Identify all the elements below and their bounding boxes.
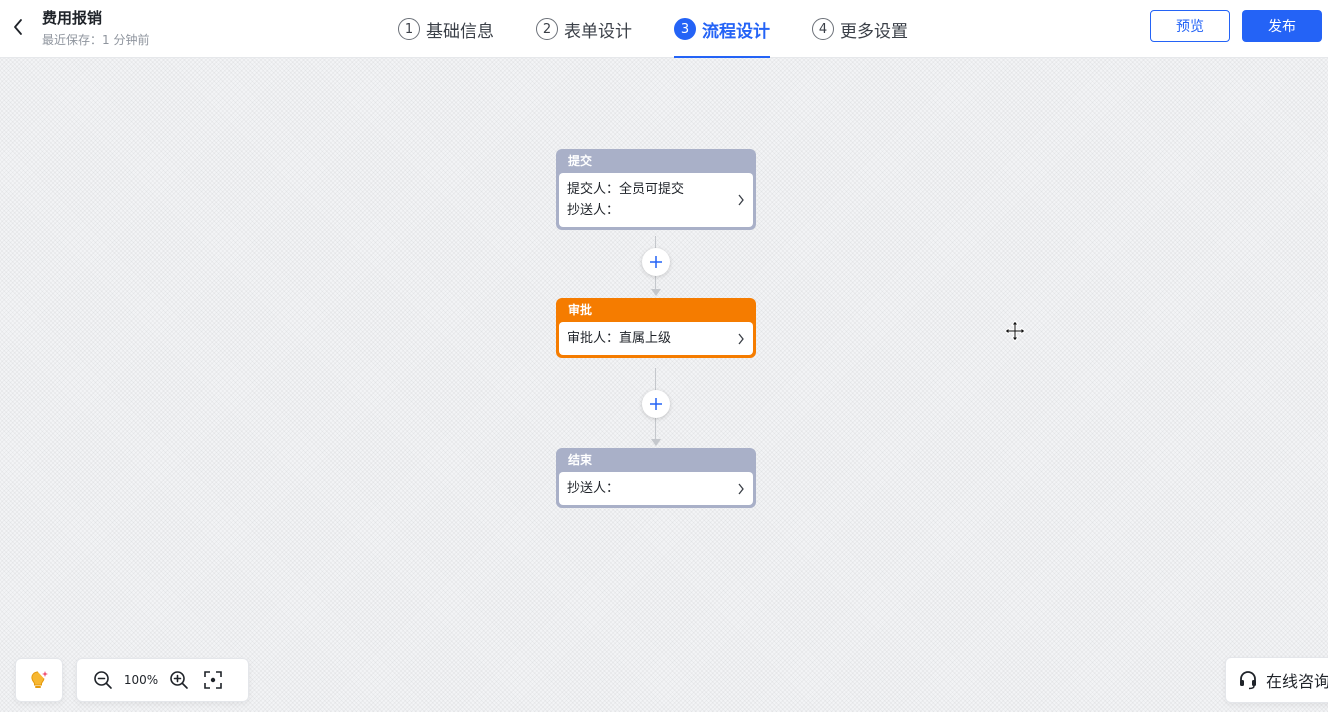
node-title: 结束 bbox=[568, 453, 593, 467]
chevron-left-icon bbox=[14, 19, 22, 35]
zoom-out-button[interactable] bbox=[92, 669, 114, 691]
zoom-in-button[interactable] bbox=[168, 669, 190, 691]
node-body: 审批人：直属上级 bbox=[559, 322, 753, 355]
flow-node-approval[interactable]: 审批 审批人：直属上级 bbox=[556, 298, 756, 358]
tab-label: 基础信息 bbox=[426, 21, 494, 42]
step-number: 4 bbox=[812, 18, 834, 40]
zoom-out-icon bbox=[94, 671, 112, 689]
flow-node-submit[interactable]: 提交 提交人：全员可提交 抄送人： bbox=[556, 149, 756, 230]
ai-tip-button[interactable] bbox=[15, 658, 63, 702]
back-button[interactable] bbox=[8, 14, 28, 40]
tab-label: 更多设置 bbox=[840, 21, 908, 42]
consult-label: 在线咨询 bbox=[1266, 672, 1328, 691]
tab-process-design[interactable]: 3 流程设计 bbox=[674, 0, 770, 58]
move-cursor-icon bbox=[1004, 320, 1026, 342]
lightbulb-icon bbox=[31, 671, 48, 688]
tab-more-settings[interactable]: 4 更多设置 bbox=[812, 0, 908, 58]
arrow-down-icon bbox=[651, 289, 661, 296]
node-title: 审批 bbox=[568, 303, 593, 317]
step-number: 2 bbox=[536, 18, 558, 40]
chevron-right-icon bbox=[738, 194, 744, 206]
arrow-down-icon bbox=[651, 439, 661, 446]
node-line: 审批人：直属上级 bbox=[567, 331, 672, 346]
chevron-right-icon bbox=[738, 483, 744, 494]
tab-form-design[interactable]: 2 表单设计 bbox=[536, 0, 632, 58]
step-nav: 1 基础信息 2 表单设计 3 流程设计 4 更多设置 bbox=[398, 0, 908, 58]
chevron-right-icon bbox=[738, 333, 744, 344]
step-number: 1 bbox=[398, 18, 420, 40]
tab-label: 表单设计 bbox=[564, 21, 632, 42]
publish-button[interactable]: 发布 bbox=[1242, 10, 1322, 42]
node-body: 提交人：全员可提交 抄送人： bbox=[559, 173, 753, 227]
node-title: 提交 bbox=[568, 154, 593, 168]
plus-icon bbox=[650, 398, 662, 410]
node-line: 提交人：全员可提交 bbox=[567, 182, 685, 197]
add-node-button[interactable] bbox=[642, 390, 670, 418]
headset-icon bbox=[1240, 671, 1256, 690]
tab-label: 流程设计 bbox=[702, 21, 770, 42]
online-consult-button[interactable]: 在线咨询 bbox=[1225, 657, 1328, 703]
zoom-in-icon bbox=[170, 671, 188, 689]
app-title: 费用报销 bbox=[42, 9, 103, 27]
add-node-button[interactable] bbox=[642, 248, 670, 276]
node-line: 抄送人： bbox=[567, 203, 620, 218]
fit-view-icon bbox=[204, 671, 222, 689]
plus-icon bbox=[650, 256, 662, 268]
preview-button[interactable]: 预览 bbox=[1150, 10, 1230, 42]
tab-basic-info[interactable]: 1 基础信息 bbox=[398, 0, 494, 58]
zoom-level: 100% bbox=[123, 673, 159, 687]
node-line: 抄送人： bbox=[567, 481, 620, 496]
fit-view-button[interactable] bbox=[202, 669, 224, 691]
save-status: 最近保存：1 分钟前 bbox=[42, 33, 150, 47]
node-body: 抄送人： bbox=[559, 472, 753, 505]
top-header: 费用报销 最近保存：1 分钟前 1 基础信息 2 表单设计 3 流程设计 4 更… bbox=[0, 0, 1328, 58]
step-number: 3 bbox=[674, 18, 696, 40]
zoom-controls: 100% bbox=[76, 658, 249, 702]
flow-node-end[interactable]: 结束 抄送人： bbox=[556, 448, 756, 508]
